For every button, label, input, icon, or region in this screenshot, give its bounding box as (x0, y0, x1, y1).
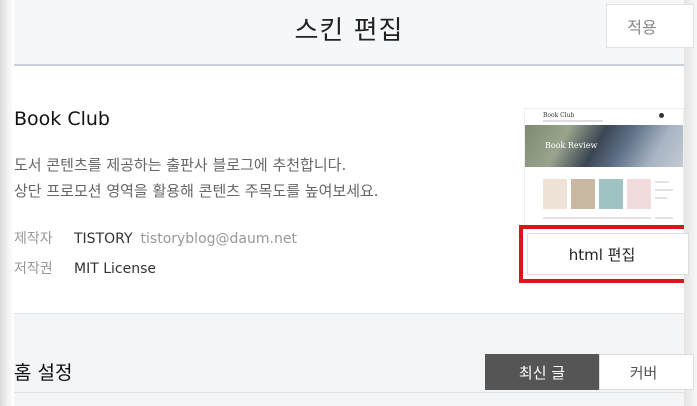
maker-value: TISTORY (74, 231, 133, 247)
thumbnail-nav (543, 120, 603, 122)
thumbnail-hero-text: Book Review (545, 141, 598, 150)
license-value: MIT License (74, 261, 156, 277)
thumbnail-logo: Book Club (543, 112, 575, 119)
skin-name: Book Club (14, 108, 110, 130)
thumbnail-sidebar-line (655, 217, 673, 219)
home-option-latest-posts[interactable]: 최신 글 (485, 354, 599, 390)
license-row: 저작권 MIT License (14, 258, 156, 278)
page-title: 스킨 편집 (294, 16, 404, 46)
thumbnail-sidebar-line (655, 181, 669, 183)
html-edit-highlight: html 편집 (519, 225, 689, 283)
bottom-divider (14, 392, 684, 393)
skin-description: 도서 콘텐츠를 제공하는 출판사 블로그에 추천합니다. 상단 프로모션 영역을… (14, 152, 379, 204)
thumbnail-book-3 (599, 179, 623, 209)
home-option-cover[interactable]: 커버 (599, 354, 694, 390)
left-edge-shadow (0, 0, 12, 406)
editor-header: 스킨 편집 적용 (14, 0, 694, 66)
right-edge-shadow (684, 0, 697, 406)
license-label: 저작권 (14, 261, 53, 277)
thumbnail-book-2 (571, 179, 595, 209)
skin-thumbnail: Book Club Book Review (524, 108, 684, 230)
maker-label: 제작자 (14, 231, 53, 247)
skin-editor-frame: 스킨 편집 적용 Book Club 도서 콘텐츠를 제공하는 출판사 블로그에… (0, 0, 697, 406)
maker-email: tistoryblog@daum.net (140, 231, 297, 247)
thumbnail-user-icon (659, 113, 664, 118)
description-line-2: 상단 프로모션 영역을 활용해 콘텐츠 주목도를 높여보세요. (14, 182, 379, 200)
thumbnail-book-4 (627, 179, 651, 209)
thumbnail-sidebar-line (655, 197, 667, 199)
description-line-1: 도서 콘텐츠를 제공하는 출판사 블로그에 추천합니다. (14, 156, 347, 174)
apply-button[interactable]: 적용 (606, 4, 694, 48)
home-settings-title: 홈 설정 (14, 362, 73, 384)
thumbnail-footer-line (543, 217, 651, 219)
thumbnail-sidebar-line (655, 189, 673, 191)
html-edit-button[interactable]: html 편집 (527, 233, 689, 275)
maker-row: 제작자 TISTORY tistoryblog@daum.net (14, 228, 297, 248)
thumbnail-book-1 (543, 179, 567, 209)
